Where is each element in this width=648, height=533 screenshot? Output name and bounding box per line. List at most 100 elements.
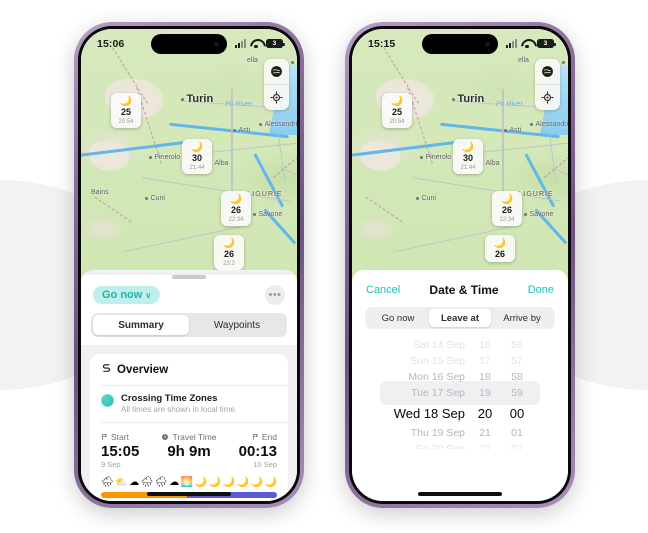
tab-summary[interactable]: Summary <box>93 315 189 335</box>
clock-icon <box>162 434 169 440</box>
date-time-picker[interactable]: Sat 14 Sep 16 56 Sun 15 Sep 17 57 Mon 16 Sep 18… <box>352 337 568 449</box>
home-indicator[interactable] <box>147 492 231 496</box>
picker-row[interactable]: Fri 20 Sep 22 02 <box>352 441 568 449</box>
map-controls[interactable] <box>264 59 289 110</box>
trail-line <box>94 196 132 223</box>
picker-row[interactable]: Mon 16 Sep 18 58 <box>352 369 568 385</box>
weather-timeline-icon: 🌙 <box>250 477 263 488</box>
pin-time: 20:54 <box>389 119 405 125</box>
map-controls[interactable] <box>535 59 560 110</box>
pin-time: 22:34 <box>499 217 515 223</box>
weather-pin[interactable]: 🌙 30 21:44 <box>453 139 483 174</box>
weather-pin[interactable]: 🌙 30 21:44 <box>182 139 212 174</box>
go-now-button[interactable]: Go now ∨ <box>93 286 161 304</box>
weather-timeline-icon: 🌙 <box>264 477 277 488</box>
map-label-town: Alessandria <box>259 121 297 128</box>
globe-teal-icon <box>101 394 114 407</box>
locate-crosshair-icon[interactable] <box>535 85 560 110</box>
map-label-town: Pinerolo <box>149 154 180 161</box>
weather-pin[interactable]: 🌙 26 22:34 <box>492 191 522 226</box>
globe-icon[interactable] <box>264 59 289 84</box>
pin-temperature: 26 <box>223 249 234 259</box>
picker-hour: 19 <box>479 387 491 399</box>
picker-date: Fri 20 Sep <box>416 443 465 449</box>
pin-time: 22:34 <box>228 217 244 223</box>
map-label-town: Asti <box>504 127 521 134</box>
weather-pin[interactable]: 🌙 25 20:54 <box>111 93 141 128</box>
picker-row[interactable]: Sun 15 Sep 17 57 <box>352 353 568 369</box>
terrain-mountain <box>360 141 400 171</box>
picker-hour: 18 <box>479 371 491 383</box>
map-label-town: Pinerolo <box>420 154 451 161</box>
more-options-button[interactable]: ••• <box>265 285 285 305</box>
weather-timeline-icon: 🌧 <box>140 477 154 488</box>
map-label-town: Savone <box>253 211 282 218</box>
start-date: 9 Sep <box>101 460 121 469</box>
map-label-place: Bains <box>91 189 109 196</box>
weather-pin[interactable]: 🌙 25 20:54 <box>382 93 412 128</box>
map-label-town: Alessandria <box>530 121 568 128</box>
globe-icon[interactable] <box>535 59 560 84</box>
trail-line <box>365 196 403 223</box>
pin-temperature: 25 <box>391 107 402 117</box>
road-line <box>472 141 568 155</box>
route-icon <box>101 363 112 377</box>
picker-minute: 56 <box>511 339 523 351</box>
road-line <box>201 141 297 155</box>
map-label-river: Po River <box>225 101 252 108</box>
date-time-modal: Cancel Date & Time Done Go now Leave at … <box>352 270 568 501</box>
weather-timeline-icon: 🌧 <box>154 477 168 488</box>
picker-rows[interactable]: Sat 14 Sep 16 56 Sun 15 Sep 17 57 Mon 16 Sep 18… <box>352 337 568 449</box>
modal-header: Cancel Date & Time Done <box>352 270 568 307</box>
picker-row[interactable]: Thu 19 Sep 21 01 <box>352 425 568 441</box>
weather-timeline-icon: 🌙 <box>194 477 208 488</box>
picker-row[interactable]: Tue 17 Sep 19 59 <box>352 385 568 401</box>
map-label-river: Po River <box>496 101 523 108</box>
weather-pin[interactable]: 🌙 26 <box>485 235 515 262</box>
pin-time: 23:2 <box>223 261 235 267</box>
moon-stars-icon: 🌙 <box>190 142 204 153</box>
trip-summary: Start 15:05 9 Sep Travel Time 9h 9m End … <box>90 423 288 476</box>
picker-date: Wed 18 Sep <box>393 405 465 421</box>
overview-card: Overview Crossing Time Zones All times a… <box>90 354 288 501</box>
pin-temperature: 26 <box>230 205 241 215</box>
weather-timeline-icon: ⛅ <box>115 477 128 488</box>
weather-timeline-icon: 🌅 <box>180 477 194 488</box>
sheet-tab-bar[interactable]: Summary Waypoints <box>91 313 287 337</box>
home-indicator[interactable] <box>418 492 502 496</box>
end-date: 10 Sep <box>253 460 277 469</box>
overview-title: Overview <box>117 364 169 376</box>
tab-arrive-by[interactable]: Arrive by <box>491 309 553 327</box>
weather-pin[interactable]: 🌙 26 22:34 <box>221 191 251 226</box>
picker-hour: 16 <box>479 339 491 351</box>
weather-timeline-icon: 🌙 <box>222 477 236 488</box>
tab-leave-at[interactable]: Leave at <box>429 309 491 327</box>
tab-go-now[interactable]: Go now <box>367 309 429 327</box>
phone-left: Turin Pinerolo Asti Alessandria Alba Cun… <box>74 22 304 508</box>
cellular-signal-icon <box>235 39 246 48</box>
go-now-label: Go now <box>102 289 143 301</box>
map-label-region: LIGURIE <box>518 189 554 198</box>
picker-date: Sat 14 Sep <box>413 339 465 351</box>
status-indicators: 3 <box>506 39 556 49</box>
battery-icon: 3 <box>537 39 556 48</box>
trip-end: End 00:13 10 Sep <box>239 432 277 469</box>
sheet-header: Go now ∨ ••• Summary Waypoints <box>81 275 297 345</box>
battery-level: 3 <box>267 40 282 47</box>
travel-time: 9h 9m <box>167 443 211 460</box>
map-label-town: Cuni <box>416 195 436 202</box>
departure-mode-tabs[interactable]: Go now Leave at Arrive by <box>365 307 555 329</box>
route-bottom-sheet: Go now ∨ ••• Summary Waypoints Overview … <box>81 270 297 501</box>
done-button[interactable]: Done <box>528 284 554 296</box>
status-indicators: 3 <box>235 39 285 49</box>
picker-row-selected[interactable]: Wed 18 Sep 20 00 <box>352 401 568 425</box>
cancel-button[interactable]: Cancel <box>366 284 400 296</box>
picker-row[interactable]: Sat 14 Sep 16 56 <box>352 337 568 353</box>
weather-timeline-icon: ☁ <box>169 477 180 488</box>
start-time: 15:05 <box>101 443 140 460</box>
phone-screen-right: Turin Pinerolo Asti Alessandria Alba Cun… <box>352 29 568 501</box>
map-label-town: Savone <box>524 211 553 218</box>
locate-crosshair-icon[interactable] <box>264 85 289 110</box>
weather-pin[interactable]: 🌙 26 23:2 <box>214 235 244 270</box>
tab-waypoints[interactable]: Waypoints <box>189 315 285 335</box>
